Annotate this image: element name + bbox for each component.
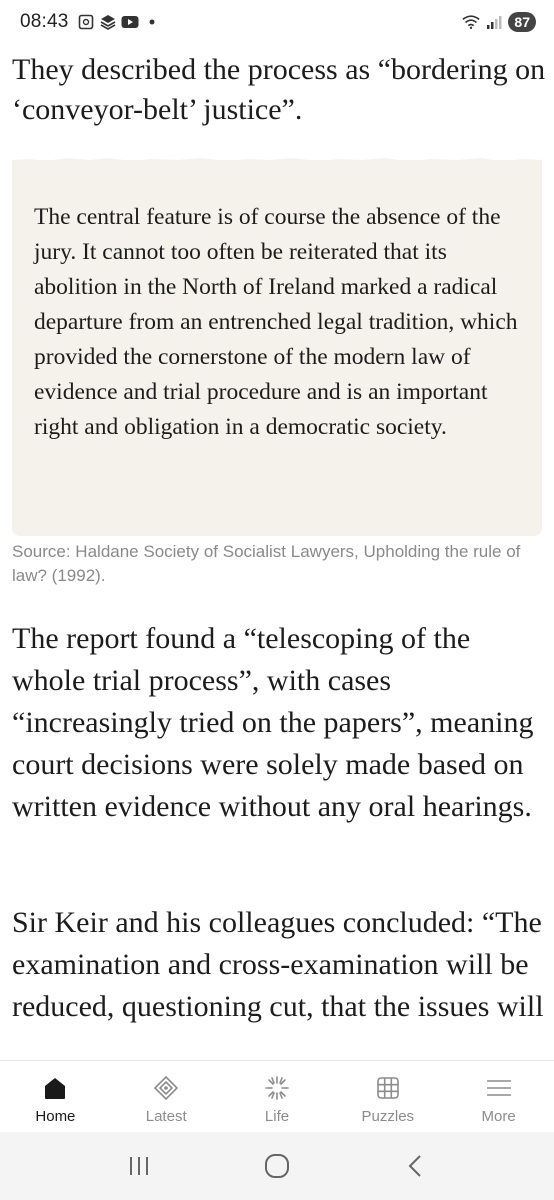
nav-item-puzzles[interactable]: Puzzles [332,1061,443,1132]
dot-icon [143,13,161,31]
puzzles-icon [373,1073,403,1103]
article-paragraph: The report found a “telescoping of the w… [12,622,534,823]
status-notification-icons [77,13,161,31]
bottom-nav: Home Latest Life Puzzles More [0,1060,554,1132]
nav-label-life: Life [264,1108,290,1125]
life-icon [262,1073,292,1103]
back-button[interactable] [395,1146,435,1186]
app-icon [99,13,117,31]
nav-item-home[interactable]: Home [0,1061,111,1132]
torn-edge-decoration [12,158,542,166]
pull-quote: The central feature is of course the abs… [12,158,542,536]
home-icon [40,1073,70,1103]
home-button[interactable] [257,1146,297,1186]
status-time: 08:43 [20,11,69,32]
nav-item-latest[interactable]: Latest [111,1061,222,1132]
system-nav-bar [0,1132,554,1200]
menu-icon [484,1073,514,1103]
youtube-icon [121,13,139,31]
article-paragraph: Sir Keir and his colleagues concluded: “… [12,906,544,1023]
nav-label-home: Home [35,1108,76,1125]
screenshot-icon [77,13,95,31]
nav-item-life[interactable]: Life [222,1061,333,1132]
nav-label-puzzles: Puzzles [361,1108,415,1125]
status-bar: 08:43 87 [0,0,554,44]
wifi-icon [462,13,481,31]
status-right: 87 [462,12,536,32]
nav-item-more[interactable]: More [443,1061,554,1132]
recents-button[interactable] [119,1146,159,1186]
article-paragraph: They described the process as “bordering… [12,53,546,126]
quote-text: The central feature is of course the abs… [34,204,518,440]
battery-indicator: 87 [508,12,536,32]
quote-source: Source: Haldane Society of Socialist Law… [12,542,521,585]
signal-icon [485,13,503,31]
nav-label-latest: Latest [145,1108,187,1125]
latest-icon [151,1073,181,1103]
article-content[interactable]: They described the process as “bordering… [0,44,554,1060]
nav-label-more: More [481,1108,516,1125]
